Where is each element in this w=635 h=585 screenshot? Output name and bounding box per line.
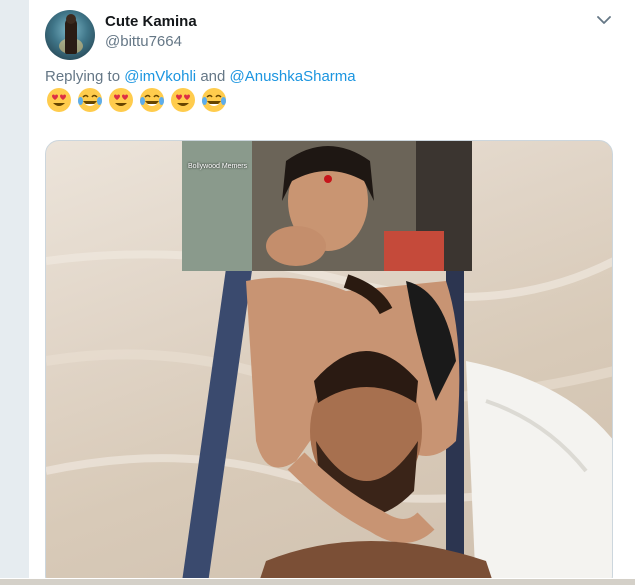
tweet-media-image[interactable]: Bollywood Memers	[45, 140, 613, 585]
meme-image-illustration	[46, 141, 612, 585]
author-handle[interactable]: @bittu7664	[105, 33, 182, 50]
tears-of-joy-emoji	[138, 86, 166, 114]
avatar[interactable]	[45, 10, 95, 60]
window-bottom-bar	[0, 578, 635, 585]
heart-eyes-emoji	[45, 86, 73, 114]
tweet-card[interactable]: Cute Kamina @bittu7664 Replying to @imVk…	[28, 0, 635, 585]
tears-of-joy-emoji	[200, 86, 228, 114]
replying-to-conjunction: and	[200, 68, 226, 85]
replying-to-prefix: Replying to	[45, 68, 121, 85]
author-name[interactable]: Cute Kamina	[105, 13, 197, 30]
mention-link-anushkasharma[interactable]: @AnushkaSharma	[230, 68, 356, 85]
heart-eyes-emoji	[107, 86, 135, 114]
avatar-figure	[65, 14, 77, 54]
tears-of-joy-emoji	[76, 86, 104, 114]
replying-to: Replying to @imVkohli and @AnushkaSharma	[45, 68, 356, 85]
heart-eyes-emoji	[169, 86, 197, 114]
tweet-text-emojis	[45, 86, 228, 114]
mention-link-imvkohli[interactable]: @imVkohli	[124, 68, 196, 85]
chevron-down-icon[interactable]	[596, 12, 612, 28]
media-watermark: Bollywood Memers	[188, 163, 248, 170]
